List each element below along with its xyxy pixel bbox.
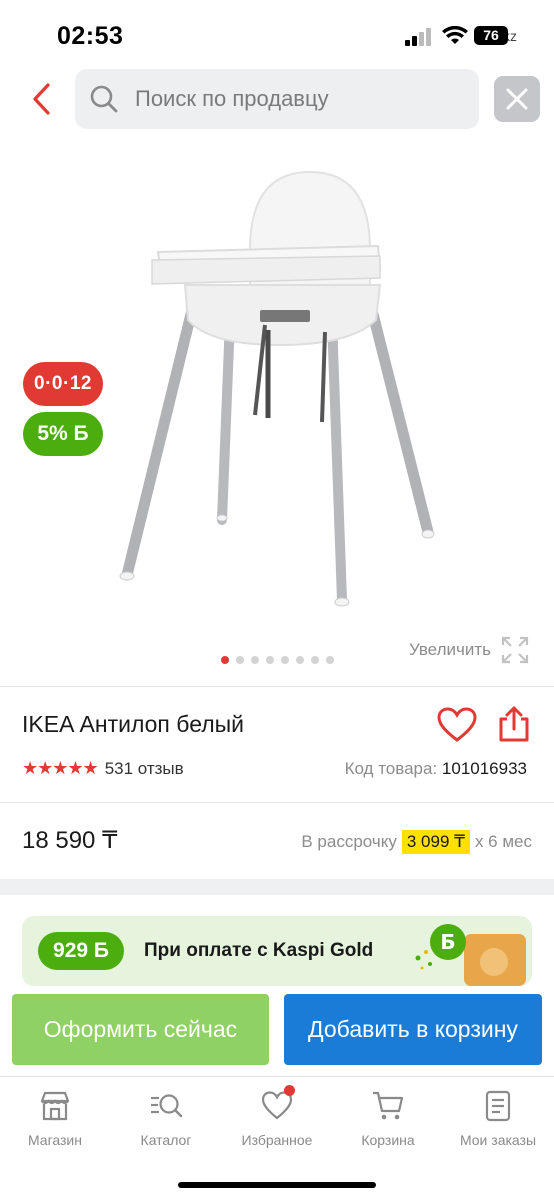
notification-dot bbox=[284, 1085, 295, 1096]
nav-item-orders[interactable]: Мои заказы bbox=[443, 1089, 553, 1148]
add-to-cart-button[interactable]: Добавить в корзину bbox=[284, 994, 542, 1065]
nav-item-favorites[interactable]: Избранное bbox=[222, 1085, 332, 1148]
status-time: 02:53 bbox=[57, 22, 124, 50]
nav-label: Избранное bbox=[241, 1132, 313, 1148]
zoom-button[interactable]: Увеличить bbox=[409, 636, 529, 664]
search-input[interactable] bbox=[135, 86, 455, 112]
signal-icon bbox=[405, 28, 435, 46]
close-button[interactable] bbox=[494, 76, 540, 122]
home-indicator[interactable] bbox=[178, 1182, 376, 1188]
svg-text:Б: Б bbox=[440, 930, 455, 954]
nav-label: Каталог bbox=[140, 1132, 192, 1148]
gold-banner-text: При оплате с Kaspi Gold bbox=[144, 940, 374, 961]
pagination-dot[interactable] bbox=[236, 656, 244, 664]
battery-indicator: 76 bbox=[474, 26, 508, 45]
catalog-search-icon bbox=[151, 1094, 183, 1118]
seller-search[interactable] bbox=[75, 69, 479, 129]
image-pagination[interactable] bbox=[221, 656, 334, 664]
cart-icon bbox=[373, 1091, 404, 1120]
reviews-count: 531 отзыв bbox=[104, 758, 184, 778]
product-code-label: Код товара: bbox=[344, 759, 438, 778]
product-code: Код товара: 101016933 bbox=[345, 759, 527, 779]
orders-icon bbox=[485, 1090, 511, 1122]
expand-icon bbox=[501, 636, 529, 664]
nav-item-catalog[interactable]: Каталог bbox=[111, 1089, 221, 1148]
bonus-badge: 5% Б bbox=[23, 412, 103, 456]
rating[interactable]: ★★★★★ 531 отзыв bbox=[22, 758, 184, 779]
wifi-icon bbox=[442, 26, 468, 44]
zoom-label: Увеличить bbox=[409, 640, 491, 659]
nav-label: Магазин bbox=[27, 1132, 82, 1148]
product-price: 18 590 ₸ bbox=[22, 827, 118, 854]
installment-badge: 0·0·12 bbox=[23, 362, 103, 406]
nav-label: Мои заказы bbox=[459, 1132, 537, 1148]
share-icon[interactable] bbox=[497, 705, 531, 743]
pagination-dot[interactable] bbox=[251, 656, 259, 664]
installment-info[interactable]: В рассрочку 3 099 ₸ х 6 мес bbox=[301, 830, 532, 854]
gold-bonus-pill: 929 Б bbox=[38, 932, 124, 970]
divider bbox=[0, 802, 554, 803]
kaspi-gold-banner[interactable]: 929 Б При оплате с Kaspi Gold Б bbox=[22, 916, 532, 986]
nav-label: Корзина bbox=[361, 1132, 415, 1148]
status-bar: 02:53 i.kz 76 bbox=[0, 0, 554, 62]
chevron-left-icon bbox=[33, 83, 50, 115]
section-separator bbox=[0, 879, 554, 895]
pagination-dot[interactable] bbox=[326, 656, 334, 664]
pagination-dot[interactable] bbox=[311, 656, 319, 664]
installment-prefix: В рассрочку bbox=[301, 832, 397, 851]
favorite-heart-icon[interactable] bbox=[437, 707, 477, 743]
store-icon bbox=[40, 1091, 70, 1121]
pagination-dot[interactable] bbox=[221, 656, 229, 664]
pagination-dot[interactable] bbox=[296, 656, 304, 664]
back-button[interactable] bbox=[22, 80, 60, 118]
nav-item-store[interactable]: Магазин bbox=[0, 1089, 110, 1148]
product-image[interactable] bbox=[100, 160, 460, 620]
product-title: IKEA Антилоп белый bbox=[22, 711, 245, 737]
buy-now-button[interactable]: Оформить сейчас bbox=[12, 994, 269, 1065]
pagination-dot[interactable] bbox=[266, 656, 274, 664]
installment-suffix: х 6 мес bbox=[474, 832, 532, 851]
nav-item-cart[interactable]: Корзина bbox=[333, 1089, 443, 1148]
star-rating-icon: ★★★★★ bbox=[22, 758, 99, 778]
search-icon bbox=[90, 85, 118, 113]
pagination-dot[interactable] bbox=[281, 656, 289, 664]
divider bbox=[0, 686, 554, 687]
kaspi-gold-card-icon: Б bbox=[415, 924, 526, 986]
product-code-value: 101016933 bbox=[441, 759, 527, 778]
close-icon bbox=[506, 88, 528, 110]
installment-amount: 3 099 ₸ bbox=[401, 830, 470, 854]
